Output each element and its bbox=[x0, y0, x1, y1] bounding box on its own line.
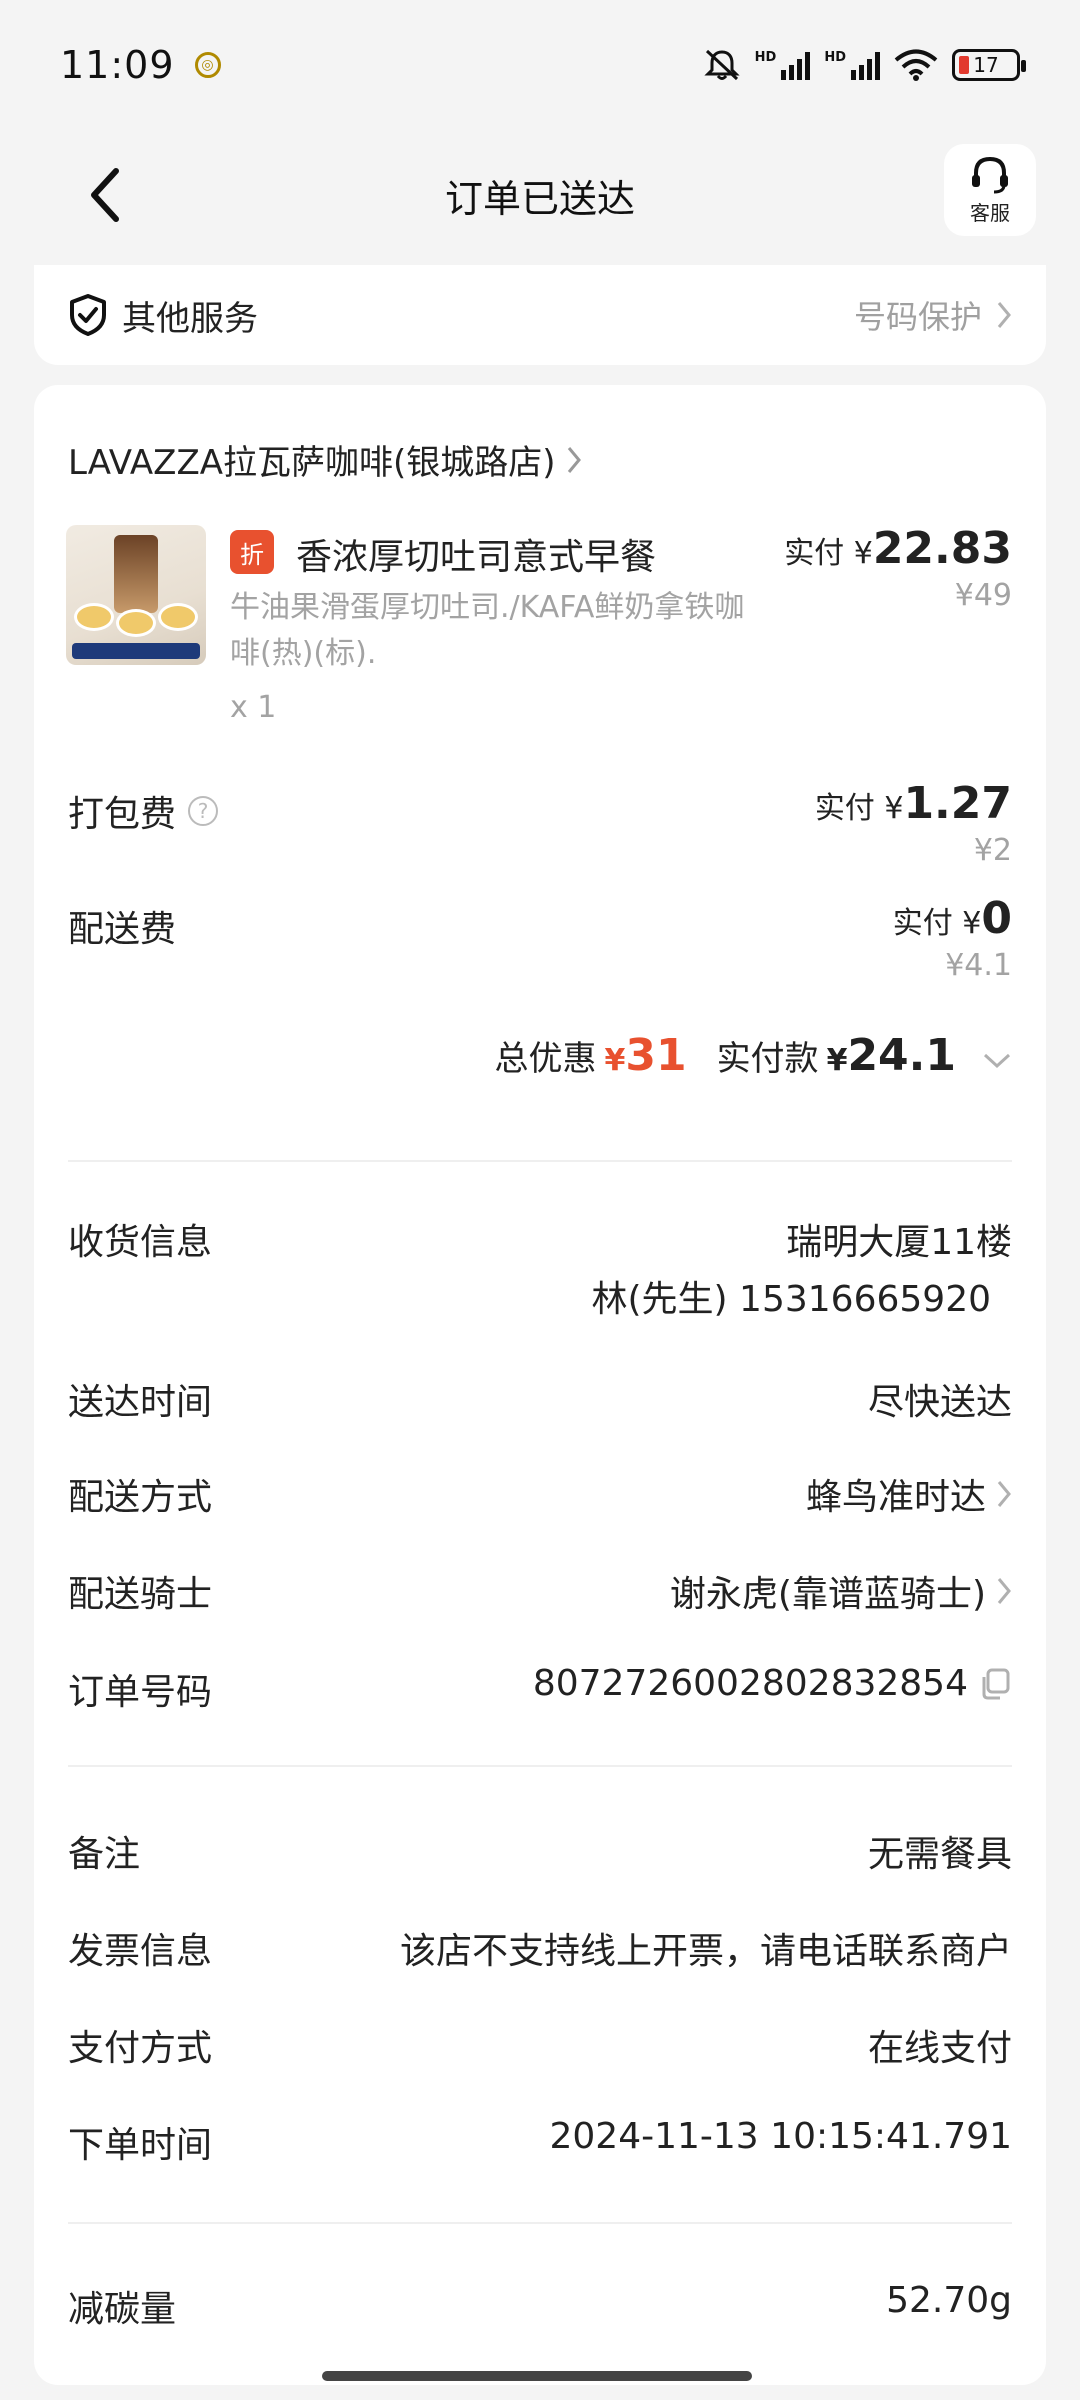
delivery-method-value: 蜂鸟准时达 bbox=[805, 1477, 986, 1518]
order-number-row: 8072726002802832854 bbox=[533, 1663, 1012, 1704]
other-service-label: 其他服务 bbox=[122, 298, 258, 339]
nav-bar: 订单已送达 客服 bbox=[0, 140, 1080, 250]
item-original-price: ¥49 bbox=[954, 578, 1012, 613]
rider-value: 谢永虎(靠谱蓝骑士) bbox=[669, 1574, 986, 1615]
remark-value: 无需餐具 bbox=[867, 1834, 1012, 1875]
chevron-left-icon bbox=[91, 168, 119, 222]
delivery-fee-label: 配送费 bbox=[68, 900, 176, 952]
order-number-value: 8072726002802832854 bbox=[532, 1663, 968, 1704]
total-summary[interactable]: 总优惠 ¥31 实付款 ¥24.1 bbox=[494, 1030, 1012, 1081]
carbon-label: 减碳量 bbox=[68, 2289, 177, 2330]
packing-original-price: ¥2 bbox=[973, 833, 1012, 868]
chevron-down-icon bbox=[983, 1053, 1011, 1069]
status-icons: HD HD 17 bbox=[703, 48, 1026, 82]
copy-icon[interactable] bbox=[978, 1667, 1012, 1701]
signal-hd-icon: HD bbox=[755, 50, 811, 80]
battery-icon: 17 bbox=[952, 49, 1026, 81]
divider bbox=[68, 2222, 1012, 2224]
item-quantity: x 1 bbox=[230, 690, 277, 725]
delivery-method-link[interactable]: 蜂鸟准时达 bbox=[806, 1468, 1012, 1520]
remark-label: 备注 bbox=[68, 1834, 141, 1875]
paid-currency: ¥ bbox=[826, 1043, 848, 1078]
carbon-value: 52.70g bbox=[886, 2280, 1012, 2321]
delivery-original-price: ¥4.1 bbox=[945, 948, 1012, 983]
delivery-fee-price: 实付 ¥0 ¥4.1 bbox=[893, 893, 1012, 983]
product-image[interactable] bbox=[66, 525, 206, 665]
paid-label: 实付款 bbox=[716, 1039, 819, 1079]
total-discount-label: 总优惠 bbox=[494, 1039, 597, 1079]
wifi-icon bbox=[894, 49, 938, 81]
item-name: 香浓厚切吐司意式早餐 bbox=[296, 537, 657, 578]
home-indicator[interactable] bbox=[322, 2371, 752, 2381]
payment-method-label: 支付方式 bbox=[68, 2028, 213, 2069]
other-service-row[interactable]: 其他服务 号码保护 bbox=[34, 265, 1046, 365]
delivery-time-label: 送达时间 bbox=[68, 1382, 213, 1423]
order-time-value: 2024-11-13 10:15:41.791 bbox=[549, 2116, 1013, 2157]
status-bar: 11:09 ◎ HD HD 17 bbox=[0, 0, 1080, 130]
chevron-right-icon bbox=[997, 1578, 1011, 1604]
order-number-label: 订单号码 bbox=[68, 1672, 213, 1713]
delivery-fee-text: 配送费 bbox=[68, 909, 177, 950]
rider-label: 配送骑士 bbox=[68, 1574, 213, 1615]
payment-method-value: 在线支付 bbox=[867, 2028, 1012, 2069]
number-protection-link[interactable]: 号码保护 bbox=[854, 292, 1012, 338]
delivery-method-label: 配送方式 bbox=[68, 1477, 213, 1518]
invoice-value: 该店不支持线上开票，请电话联系商户 bbox=[399, 1931, 1012, 1972]
total-discount-amount: ¥31 bbox=[604, 1030, 686, 1081]
address-line1: 瑞明大厦11楼 bbox=[786, 1222, 1012, 1263]
store-link[interactable]: LAVAZZA拉瓦萨咖啡(银城路店) bbox=[68, 435, 582, 484]
chevron-right-icon bbox=[567, 446, 581, 473]
mute-icon bbox=[704, 49, 740, 81]
item-description: 牛油果滑蛋厚切吐司./KAFA鲜奶拿铁咖啡(热)(标). bbox=[230, 590, 745, 671]
order-detail-card: LAVAZZA拉瓦萨咖啡(银城路店) 折 香浓厚切吐司意式早餐 牛油果滑蛋厚切吐… bbox=[34, 385, 1046, 2385]
paid-amount: ¥24.1 bbox=[827, 1030, 956, 1081]
item-pay-prefix: 实付 ¥ bbox=[784, 536, 873, 571]
shield-check-icon bbox=[70, 294, 106, 336]
invoice-label: 发票信息 bbox=[68, 1931, 213, 1972]
packing-fee-label: 打包费 ? bbox=[68, 785, 219, 837]
chevron-right-icon bbox=[997, 1481, 1011, 1507]
discount-badge: 折 bbox=[230, 530, 274, 574]
page-title: 订单已送达 bbox=[444, 176, 635, 221]
rider-link[interactable]: 谢永虎(靠谱蓝骑士) bbox=[670, 1565, 1012, 1617]
packing-pay-amount: 1.27 bbox=[903, 778, 1012, 829]
customer-service-label: 客服 bbox=[970, 200, 1010, 225]
address-label: 收货信息 bbox=[68, 1222, 213, 1263]
divider bbox=[68, 1160, 1012, 1162]
packing-pay-prefix: 实付 ¥ bbox=[814, 791, 904, 826]
address-line2: 林(先生) 15316665920 bbox=[591, 1279, 991, 1320]
divider bbox=[68, 1765, 1012, 1767]
status-time: 11:09 bbox=[60, 43, 175, 87]
coin-icon: ◎ bbox=[194, 52, 221, 78]
delivery-pay-prefix: 实付 ¥ bbox=[892, 906, 982, 941]
delivery-pay-amount: 0 bbox=[981, 893, 1012, 944]
signal-hd-icon: HD bbox=[824, 50, 880, 80]
order-time-label: 下单时间 bbox=[68, 2125, 213, 2166]
number-protection-label: 号码保护 bbox=[853, 298, 982, 336]
packing-fee-price: 实付 ¥1.27 ¥2 bbox=[815, 778, 1012, 868]
store-name: LAVAZZA拉瓦萨咖啡(银城路店) bbox=[68, 443, 556, 483]
item-price: 实付 ¥22.83 ¥49 bbox=[784, 523, 1012, 613]
item-pay-amount: 22.83 bbox=[872, 523, 1012, 574]
discount-currency: ¥ bbox=[604, 1043, 626, 1078]
headset-icon bbox=[972, 156, 1008, 193]
paid-value: 24.1 bbox=[847, 1030, 956, 1081]
battery-level: 17 bbox=[973, 53, 999, 77]
packing-fee-text: 打包费 bbox=[68, 794, 177, 835]
help-icon[interactable]: ? bbox=[188, 796, 219, 826]
chevron-right-icon bbox=[997, 302, 1011, 328]
customer-service-button[interactable]: 客服 bbox=[944, 144, 1036, 236]
discount-value: 31 bbox=[625, 1030, 687, 1081]
other-service-card: 其他服务 号码保护 bbox=[34, 265, 1046, 365]
delivery-time-value: 尽快送达 bbox=[867, 1382, 1012, 1423]
back-button[interactable] bbox=[75, 160, 135, 230]
